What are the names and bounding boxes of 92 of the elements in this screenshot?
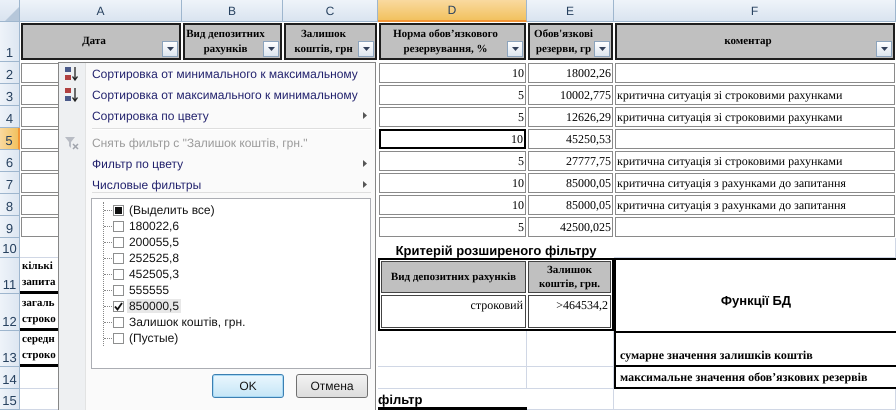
filter-button[interactable] — [162, 41, 178, 57]
row-header[interactable]: 11 — [0, 258, 20, 294]
row-header[interactable]: 15 — [0, 389, 20, 410]
sort-descending-icon — [64, 87, 80, 103]
menu-item[interactable]: Сортировка по цвету — [59, 105, 375, 126]
caret-icon — [598, 47, 606, 51]
function-label: сумарне значення залишків коштів — [614, 331, 896, 367]
column-heading: Обов'язкові резерви, гр — [528, 23, 613, 60]
row-header[interactable]: 14 — [0, 367, 20, 389]
table-cell: критична ситуація зі строковими рахунками — [615, 85, 895, 105]
table-cell: 85000,05 — [528, 173, 613, 193]
table-cell: 10 — [379, 63, 526, 83]
checkbox[interactable] — [113, 236, 124, 248]
row-header[interactable]: 7 — [0, 172, 20, 194]
column-heading: Вид депозитних рахунків — [183, 23, 282, 60]
table-cell: 27777,75 — [528, 151, 613, 171]
dialog-button[interactable]: Отмена — [296, 374, 368, 398]
column-heading: Норма обов’язкового резервування, % — [379, 23, 526, 60]
row-header[interactable]: 1 — [0, 22, 20, 62]
table-cell: 42500,025 — [528, 217, 613, 237]
caret-icon — [362, 47, 370, 51]
caret-icon — [166, 47, 174, 51]
table-cell: 10 — [379, 173, 526, 193]
menu-item[interactable]: Фильтр по цвету — [59, 153, 375, 174]
row-header[interactable]: 12 — [0, 294, 20, 331]
checkbox[interactable] — [113, 268, 124, 280]
section-title: Функції БД — [614, 258, 896, 331]
criteria-cell: строковий — [381, 295, 526, 328]
row-header[interactable]: 5 — [0, 128, 20, 150]
checkbox-label[interactable]: 180022,6 — [127, 219, 182, 233]
checkbox[interactable] — [113, 316, 124, 328]
column-header[interactable]: E — [527, 0, 614, 22]
sort-ascending-icon — [64, 66, 80, 82]
filter-button[interactable] — [263, 41, 279, 57]
filter-button[interactable] — [594, 41, 610, 57]
criteria-heading: Вид депозитних рахунків — [381, 261, 526, 293]
row-header[interactable]: 6 — [0, 150, 20, 172]
checkbox-label[interactable]: 850000,5 — [127, 299, 182, 313]
checkbox-label[interactable]: 200055,5 — [127, 235, 182, 249]
table-cell: 85000,05 — [528, 195, 613, 215]
table-cell: 5 — [379, 85, 526, 105]
column-header[interactable]: D — [378, 0, 527, 22]
table-cell: 5 — [379, 151, 526, 171]
table-cell: 5 — [379, 107, 526, 127]
column-heading: Залишок коштів, грн — [284, 23, 377, 60]
row-header[interactable]: 4 — [0, 106, 20, 128]
row-header[interactable]: 3 — [0, 84, 20, 106]
table-cell: 18002,26 — [528, 63, 613, 83]
criteria-cell: >464534,2 — [528, 295, 611, 328]
checkbox[interactable] — [113, 284, 124, 296]
table-cell: критична ситуація з рахунками до запитання — [615, 173, 895, 193]
column-header[interactable]: C — [283, 0, 378, 22]
checkbox[interactable] — [113, 220, 124, 232]
row-header[interactable]: 9 — [0, 216, 20, 238]
table-cell: критична ситуація зі строковими рахунками — [615, 151, 895, 171]
column-heading: Дата — [21, 23, 181, 60]
filter-button[interactable] — [358, 41, 374, 57]
criteria-heading: Залишок коштів, грн. — [528, 261, 611, 293]
checkbox-label[interactable]: (Пустые) — [127, 331, 180, 345]
table-cell: критична ситуація з рахунками до запитання — [615, 195, 895, 215]
column-header[interactable]: B — [182, 0, 283, 22]
table-cell: 45250,53 — [528, 129, 613, 149]
table-cell: 10002,775 — [528, 85, 613, 105]
table-cell: 10 — [379, 195, 526, 215]
function-label: максимальне значення обов’язкових резервів — [614, 367, 896, 389]
menu-item[interactable]: Сортировка от минимального к максимальному — [59, 63, 375, 84]
table-cell: критична ситуація зі строковими рахунками — [615, 107, 895, 127]
table-cell: 10 — [379, 129, 526, 149]
caret-icon — [268, 47, 274, 51]
column-header[interactable]: A — [20, 0, 182, 22]
filter-button[interactable] — [507, 41, 523, 57]
row-header[interactable]: 10 — [0, 238, 20, 258]
dialog-button[interactable]: OK — [212, 374, 284, 398]
filter-button[interactable] — [876, 41, 892, 57]
row-header[interactable]: 2 — [0, 62, 20, 84]
table-cell: 5 — [379, 217, 526, 237]
menu-item[interactable]: Числовые фильтры — [59, 174, 375, 195]
row-header[interactable]: 13 — [0, 331, 20, 367]
column-heading: коментар — [615, 23, 895, 60]
checkbox[interactable] — [113, 252, 124, 264]
funnel-icon — [64, 135, 80, 151]
checkbox[interactable] — [113, 300, 124, 312]
caret-icon — [880, 47, 888, 51]
checkbox-label[interactable]: 555555 — [127, 283, 172, 297]
menu-item[interactable]: Сортировка от максимального к минимальному — [59, 84, 375, 105]
table-cell: 12626,29 — [528, 107, 613, 127]
column-header[interactable]: F — [614, 0, 896, 22]
caret-icon — [512, 47, 518, 51]
checkbox[interactable] — [113, 332, 124, 344]
checkbox-label[interactable]: 452505,3 — [127, 267, 182, 281]
row-header[interactable]: 8 — [0, 194, 20, 216]
checkbox-label[interactable]: (Выделить все) — [127, 203, 217, 217]
